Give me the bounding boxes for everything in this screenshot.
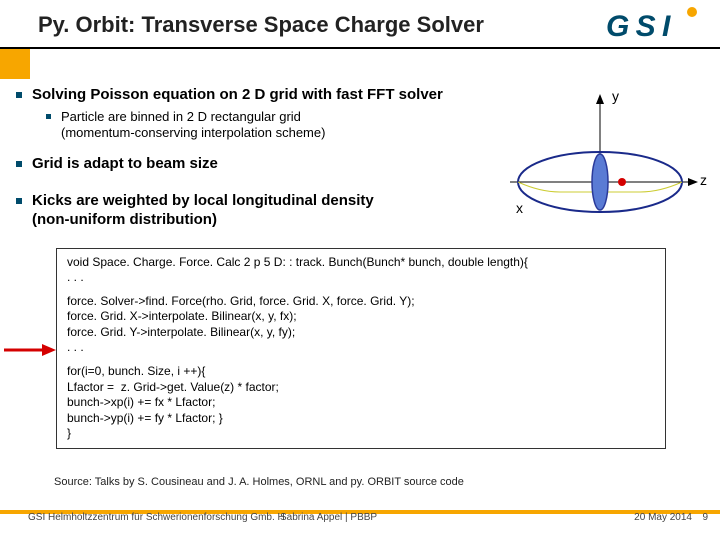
highlight-arrow-icon [4,342,56,363]
bullet-marker [16,198,22,204]
axis-x-label: x [516,200,523,216]
axis-z-label: z [700,172,707,188]
accent-block [0,49,30,79]
beam-ellipse-figure: y z x [500,92,700,212]
footer-org: GSI Helmholtzzentrum für Schwerionenfors… [28,512,285,523]
bullet-marker [16,161,22,167]
footer-author: Sabrina Appel | PBBP [280,512,377,523]
bullet-text: Kicks are weighted by local longitudinal… [32,192,374,230]
slide-title: Py. Orbit: Transverse Space Charge Solve… [38,12,484,38]
axis-y-label: y [612,88,619,104]
bullet-marker [16,92,22,98]
gsi-logo: G S I [606,6,702,49]
bullet-text: Solving Poisson equation on 2 D grid wit… [32,86,443,105]
code-snippet: void Space. Charge. Force. Calc 2 p 5 D:… [56,248,666,450]
logo-text: G S I [606,10,671,43]
page-number: 9 [702,512,708,523]
footer-date: 20 May 2014 [634,512,692,523]
source-citation: Source: Talks by S. Cousineau and J. A. … [54,476,464,488]
slide-footer: GSI Helmholtzzentrum für Schwerionenfors… [0,512,720,532]
bullet-text: Grid is adapt to beam size [32,155,218,174]
bullet-marker [46,114,51,119]
bullet-text: Particle are binned in 2 D rectangular g… [61,109,325,142]
header-rule [0,47,720,49]
